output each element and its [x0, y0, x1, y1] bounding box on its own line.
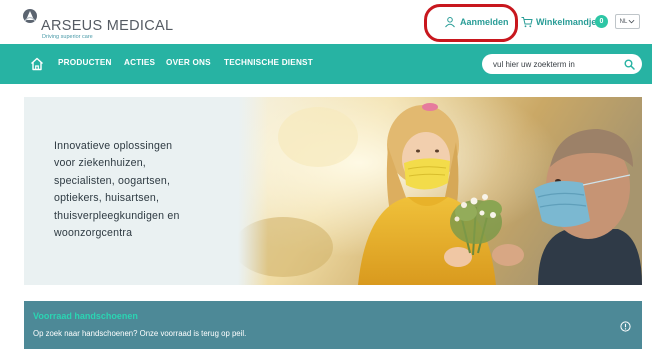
site-header: ARSEUS MEDICAL Driving superior care Aan…: [0, 0, 652, 44]
home-icon[interactable]: [29, 56, 45, 72]
hero-line: voor ziekenhuizen,: [54, 157, 146, 170]
stock-alert-banner: Voorraad handschoenen Op zoek naar hands…: [24, 301, 642, 349]
brand-logo[interactable]: ARSEUS MEDICAL Driving superior care: [22, 8, 173, 40]
search-input[interactable]: [493, 58, 617, 70]
user-icon: [445, 17, 455, 28]
cart-label: Winkelmandje: [536, 17, 597, 27]
login-link[interactable]: Aanmelden: [444, 13, 509, 31]
cart-count-badge: 0: [595, 15, 608, 28]
cart-link[interactable]: Winkelmandje: [521, 13, 596, 31]
alert-title: Voorraad handschoenen: [33, 311, 138, 321]
hero-line: thuisverpleegkundigen en: [54, 209, 180, 222]
info-icon[interactable]: [620, 321, 631, 332]
hero-line: Innovatieve oplossingen: [54, 140, 173, 152]
brand-name: ARSEUS MEDICAL: [41, 18, 174, 34]
main-navigation: PRODUCTEN ACTIES OVER ONS TECHNISCHE DIE…: [0, 44, 652, 84]
cart-icon: [521, 17, 533, 28]
hero-banner: Innovatieve oplossingen voor ziekenhuize…: [24, 97, 642, 285]
language-value: NL: [619, 18, 628, 25]
page: ARSEUS MEDICAL Driving superior care Aan…: [0, 0, 652, 349]
language-selector[interactable]: NL: [615, 14, 640, 29]
brand-tagline: Driving superior care: [42, 34, 93, 40]
nav-item-technische-dienst[interactable]: TECHNISCHE DIENST: [224, 58, 313, 67]
hero-photo-masked-family: [238, 97, 642, 285]
hero-line: optiekers, huisartsen,: [54, 192, 160, 205]
alert-body: Op zoek naar handschoenen? Onze voorraad…: [33, 329, 247, 338]
nav-item-acties[interactable]: ACTIES: [124, 58, 155, 67]
hero-line: specialisten, oogartsen,: [54, 174, 171, 187]
hero-text: Innovatieve oplossingen voor ziekenhuize…: [54, 138, 244, 242]
hero-line: woonzorgcentra: [54, 227, 133, 240]
search-box: [482, 54, 642, 74]
nav-item-producten[interactable]: PRODUCTEN: [58, 58, 112, 67]
nav-item-over-ons[interactable]: OVER ONS: [166, 58, 211, 67]
chevron-down-icon: [628, 19, 635, 24]
search-icon[interactable]: [624, 59, 635, 70]
login-label: Aanmelden: [460, 17, 509, 27]
